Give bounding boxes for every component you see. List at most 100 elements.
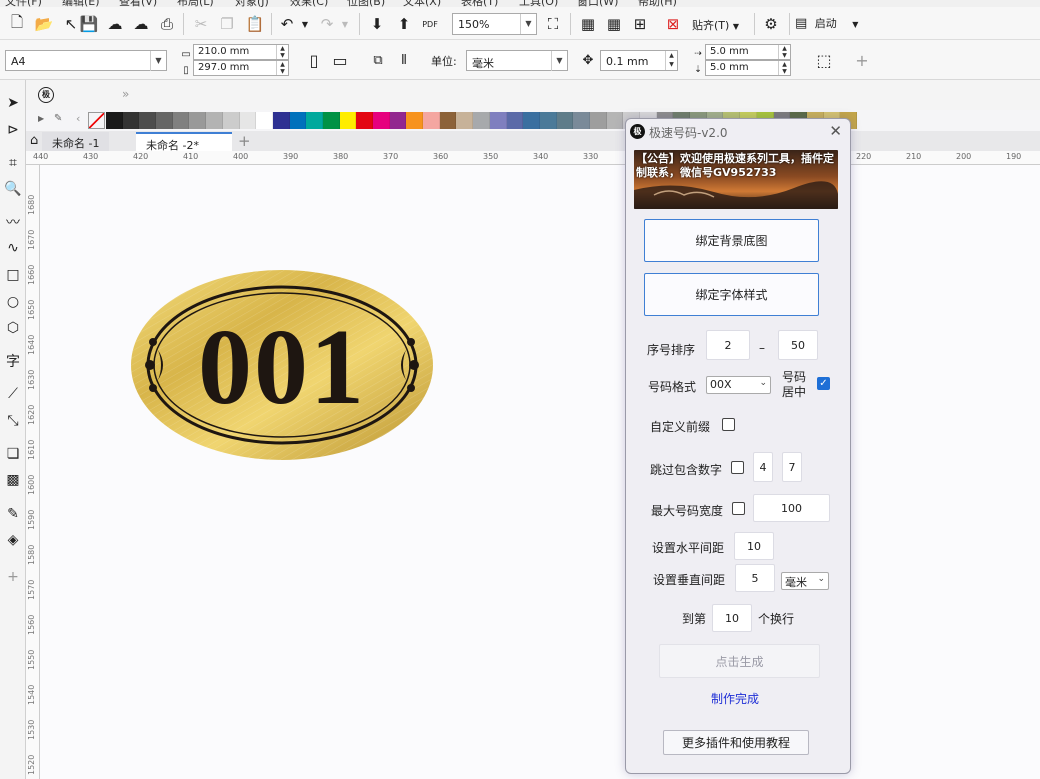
menu-item[interactable]: 布局(L) xyxy=(177,0,214,7)
zoom-level-combo[interactable]: 150% ▼ xyxy=(452,13,537,35)
add-icon[interactable]: + xyxy=(852,50,872,70)
spinner-icon[interactable]: ▲ ▼ xyxy=(778,45,790,59)
menu-item[interactable]: 帮助(H) xyxy=(638,0,677,7)
launch-menu[interactable]: ▤ 启动 ▼ xyxy=(795,15,870,35)
current-page-icon[interactable]: ⫴ xyxy=(394,50,414,70)
copy-icon[interactable]: ❐ xyxy=(216,13,238,35)
color-swatch[interactable] xyxy=(256,112,273,129)
duplicate-x-field[interactable]: 5.0 mm ▲ ▼ xyxy=(705,44,791,60)
menu-item[interactable]: 编辑(E) xyxy=(62,0,100,7)
new-tab-add-icon[interactable]: + xyxy=(238,132,251,150)
number-format-select[interactable]: 00X ⌄ xyxy=(706,376,771,394)
more-plugins-button[interactable]: 更多插件和使用教程 xyxy=(663,730,809,755)
home-icon[interactable]: ⌂ xyxy=(30,133,38,148)
crop-tool-icon[interactable]: ⌗ xyxy=(2,152,24,174)
all-pages-icon[interactable]: ⧉ xyxy=(368,50,388,70)
color-swatch[interactable] xyxy=(389,112,407,129)
color-swatch[interactable] xyxy=(222,112,240,129)
menu-item[interactable]: 文本(X) xyxy=(403,0,441,7)
spinner-icon[interactable]: ▲ ▼ xyxy=(276,61,288,75)
page-size-combo[interactable]: A4 ▼ xyxy=(5,50,167,71)
show-rulers-icon[interactable]: ▦ xyxy=(577,13,599,35)
duplicate-y-field[interactable]: 5.0 mm ▲ ▼ xyxy=(705,60,791,76)
announcement-banner[interactable]: 【公告】欢迎使用极速系列工具，插件定制联系，微信号GV952733 xyxy=(634,150,838,209)
menu-item[interactable]: 表格(T) xyxy=(461,0,498,7)
interactive-fill-icon[interactable]: ◈ xyxy=(2,529,24,551)
rectangle-tool-icon[interactable]: □ xyxy=(2,264,24,286)
paste-icon[interactable]: 📋 xyxy=(244,13,266,35)
skip-digit-b-input[interactable]: 7 xyxy=(782,452,802,482)
custom-prefix-checkbox[interactable] xyxy=(722,418,735,431)
color-swatch[interactable] xyxy=(573,112,590,129)
expand-chevrons-icon[interactable]: » xyxy=(122,87,129,101)
export-icon[interactable]: ⬆ xyxy=(393,13,415,35)
drop-shadow-icon[interactable]: ❏ xyxy=(2,443,24,465)
color-swatch[interactable] xyxy=(239,112,257,129)
generate-button[interactable]: 点击生成 xyxy=(659,644,820,678)
text-tool-icon[interactable]: 字 xyxy=(2,350,24,372)
color-swatch[interactable] xyxy=(406,112,424,129)
spinner-icon[interactable]: ▲ ▼ xyxy=(778,61,790,75)
color-swatch[interactable] xyxy=(289,112,307,129)
portrait-icon[interactable]: ▯ xyxy=(304,50,324,70)
color-swatch[interactable] xyxy=(106,112,123,129)
snap-off-icon[interactable]: ⊠ xyxy=(662,13,684,35)
unit-combo[interactable]: 毫米 ▼ xyxy=(466,50,568,71)
color-swatch[interactable] xyxy=(339,112,357,129)
vertical-gap-input[interactable]: 5 xyxy=(735,564,775,592)
redo-dropdown-icon[interactable]: ▼ xyxy=(334,13,356,35)
tab-doc-1[interactable]: 未命名 -1 xyxy=(42,132,110,151)
new-document-icon[interactable]: 🗋 xyxy=(6,13,28,35)
bind-font-style-button[interactable]: 绑定字体样式 xyxy=(644,273,819,316)
close-icon[interactable]: ✕ xyxy=(829,122,842,140)
color-swatch[interactable] xyxy=(272,112,290,129)
color-swatch[interactable] xyxy=(589,112,607,129)
color-swatch[interactable] xyxy=(189,112,207,129)
number-plate-artwork[interactable]: 001 xyxy=(128,270,438,470)
color-swatch[interactable] xyxy=(489,112,507,129)
connector-tool-icon[interactable]: ⤡ xyxy=(2,410,24,432)
print-icon[interactable]: ⎙ xyxy=(156,13,178,35)
sequence-end-input[interactable]: 50 xyxy=(778,330,818,360)
sequence-start-input[interactable]: 2 xyxy=(706,330,750,360)
pick-tool-icon[interactable]: ➤ xyxy=(2,92,24,114)
color-swatch[interactable] xyxy=(506,112,524,129)
menu-item[interactable]: 效果(C) xyxy=(290,0,328,7)
palette-prev-icon[interactable]: ‹ xyxy=(76,112,80,125)
color-swatch[interactable] xyxy=(139,112,157,129)
cloud-download-icon[interactable]: ☁ xyxy=(104,13,126,35)
landscape-icon[interactable]: ▭ xyxy=(330,50,350,70)
polygon-tool-icon[interactable]: ⬡ xyxy=(2,317,24,339)
color-swatch[interactable] xyxy=(373,112,390,129)
add-tool-icon[interactable]: + xyxy=(2,566,24,588)
options-gear-icon[interactable]: ⚙ xyxy=(760,13,782,35)
color-swatch[interactable] xyxy=(439,112,457,129)
horizontal-gap-input[interactable]: 10 xyxy=(734,532,774,560)
cloud-upload-icon[interactable]: ☁ xyxy=(130,13,152,35)
undo-dropdown-icon[interactable]: ▼ xyxy=(294,13,316,35)
max-width-input[interactable]: 100 xyxy=(753,494,830,522)
color-swatch[interactable] xyxy=(473,112,490,129)
palette-scroll-left-icon[interactable]: ▶ xyxy=(38,114,44,123)
menu-item[interactable]: 文件(F) xyxy=(5,0,42,7)
snap-to-menu[interactable]: 贴齐(T) ▼ xyxy=(692,17,739,33)
wrap-count-input[interactable]: 10 xyxy=(712,604,752,632)
color-swatch[interactable] xyxy=(556,112,574,129)
save-icon[interactable]: 💾 xyxy=(78,13,100,35)
color-swatch[interactable] xyxy=(523,112,540,129)
shape-tool-icon[interactable]: ⊳ xyxy=(2,119,24,141)
no-fill-swatch[interactable] xyxy=(88,112,105,129)
bezier-tool-icon[interactable]: ∿ xyxy=(2,237,24,259)
color-swatch[interactable] xyxy=(172,112,190,129)
center-number-checkbox[interactable]: ✓ xyxy=(817,377,830,390)
menu-item[interactable]: 工具(O) xyxy=(519,0,558,7)
eyedropper-small-icon[interactable]: ✎ xyxy=(54,113,62,124)
show-grid-icon[interactable]: ▦ xyxy=(603,13,625,35)
nudge-field[interactable]: 0.1 mm ▲ ▼ xyxy=(600,50,678,71)
page-height-field[interactable]: 297.0 mm ▲ ▼ xyxy=(193,60,289,76)
treat-as-filled-icon[interactable]: ⬚ xyxy=(814,50,834,70)
dialog-titlebar[interactable]: 极 极速号码-v2.0 ✕ xyxy=(626,119,850,145)
open-folder-icon[interactable]: 📂 xyxy=(33,13,55,35)
tab-doc-2[interactable]: 未命名 -2* xyxy=(136,132,232,152)
bind-background-button[interactable]: 绑定背景底图 xyxy=(644,219,819,262)
